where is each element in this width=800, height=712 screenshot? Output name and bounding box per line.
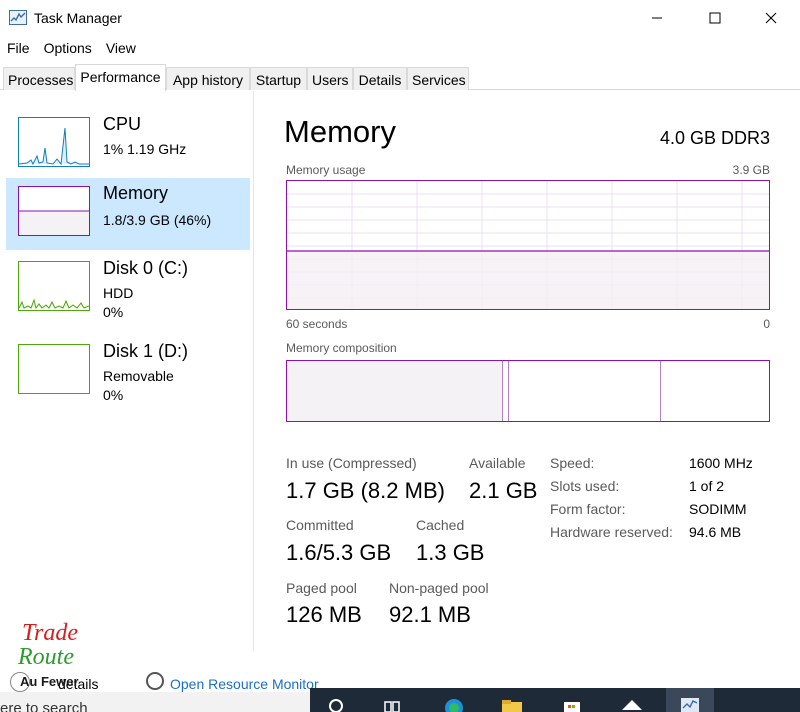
memory-label: Memory bbox=[103, 183, 169, 203]
task-manager-taskbar-icon[interactable] bbox=[666, 688, 714, 712]
memory-usage-label: Memory usage bbox=[286, 163, 366, 177]
disk0-label: Disk 0 (C:) bbox=[103, 258, 188, 278]
paged-pool-value: 126 MB bbox=[286, 602, 362, 627]
speed-label: Speed: bbox=[550, 455, 595, 471]
memory-usage-max: 3.9 GB bbox=[732, 163, 770, 177]
tab-bar: Processes Performance App history Startu… bbox=[0, 64, 800, 91]
logo-line-2: Route bbox=[18, 644, 74, 670]
time-axis-start: 60 seconds bbox=[286, 317, 348, 331]
nonpaged-pool-label: Non-paged pool bbox=[389, 580, 489, 596]
disk0-thumbnail-graph bbox=[18, 261, 90, 311]
cpu-usage-text: 1% 1.19 GHz bbox=[103, 141, 187, 157]
logo-line-1: Trade bbox=[22, 620, 79, 646]
disk1-label: Disk 1 (D:) bbox=[103, 341, 188, 361]
window-title: Task Manager bbox=[34, 10, 122, 26]
cached-label: Cached bbox=[416, 517, 465, 533]
logo-line-3: Au Fewer bbox=[20, 674, 79, 689]
taskbar-search-text: ere to search bbox=[0, 700, 88, 712]
resource-list: CPU 1% 1.19 GHz Memory 1.8/3.9 GB (46%) … bbox=[0, 91, 254, 651]
disk1-thumbnail-graph bbox=[18, 344, 90, 394]
taskbar bbox=[310, 688, 800, 712]
tab-app-history[interactable]: App history bbox=[166, 67, 250, 90]
resource-item-cpu[interactable]: CPU 1% 1.19 GHz bbox=[6, 109, 250, 181]
in-use-label: In use (Compressed) bbox=[286, 455, 417, 471]
cpu-label: CPU bbox=[103, 114, 142, 134]
time-axis-end: 0 bbox=[763, 317, 770, 331]
memory-spec: 4.0 GB DDR3 bbox=[659, 128, 770, 148]
open-resource-monitor-link[interactable]: Open Resource Monitor bbox=[170, 676, 319, 692]
available-label: Available bbox=[469, 455, 526, 471]
in-use-value: 1.7 GB (8.2 MB) bbox=[286, 478, 445, 503]
task-view-icon[interactable] bbox=[382, 696, 406, 712]
memory-usage-plot bbox=[287, 181, 769, 309]
taskbar-search-box[interactable]: ere to search bbox=[0, 692, 310, 712]
resource-item-memory[interactable]: Memory 1.8/3.9 GB (46%) bbox=[6, 178, 250, 250]
store-icon[interactable] bbox=[560, 696, 584, 712]
nonpaged-pool-value: 92.1 MB bbox=[389, 602, 471, 627]
search-icon[interactable] bbox=[326, 696, 350, 712]
hardware-reserved-label: Hardware reserved: bbox=[550, 524, 673, 540]
tab-performance[interactable]: Performance bbox=[75, 64, 166, 91]
speed-value: 1600 MHz bbox=[689, 455, 753, 471]
available-value: 2.1 GB bbox=[469, 478, 538, 503]
disk1-type: Removable bbox=[103, 368, 174, 384]
memory-usage-graph bbox=[286, 180, 770, 310]
resource-item-disk1[interactable]: Disk 1 (D:) Removable 0% bbox=[6, 336, 250, 408]
disk1-usage: 0% bbox=[103, 387, 124, 403]
mail-icon[interactable] bbox=[620, 696, 644, 712]
disk0-type: HDD bbox=[103, 285, 134, 301]
minimize-button[interactable] bbox=[628, 0, 686, 36]
composition-free[interactable] bbox=[661, 361, 769, 421]
task-manager-icon bbox=[9, 10, 27, 25]
edge-browser-icon[interactable] bbox=[442, 696, 466, 712]
close-button[interactable] bbox=[742, 0, 800, 36]
menu-bar: File Options View bbox=[0, 38, 143, 60]
form-factor-value: SODIMM bbox=[689, 501, 747, 517]
composition-standby[interactable] bbox=[509, 361, 661, 421]
committed-label: Committed bbox=[286, 517, 354, 533]
resource-item-disk0[interactable]: Disk 0 (C:) HDD 0% bbox=[6, 253, 250, 325]
cpu-thumbnail-graph bbox=[18, 117, 90, 167]
slots-value: 1 of 2 bbox=[689, 478, 725, 494]
tab-startup[interactable]: Startup bbox=[250, 67, 307, 90]
menu-options[interactable]: Options bbox=[37, 38, 99, 60]
menu-file[interactable]: File bbox=[0, 38, 37, 60]
committed-value: 1.6/5.3 GB bbox=[286, 540, 392, 565]
memory-usage-text: 1.8/3.9 GB (46%) bbox=[103, 212, 212, 228]
memory-composition-bar bbox=[286, 360, 770, 422]
slots-label: Slots used: bbox=[550, 478, 620, 494]
memory-thumbnail-graph bbox=[18, 186, 90, 236]
file-explorer-icon[interactable] bbox=[500, 696, 524, 712]
menu-view[interactable]: View bbox=[99, 38, 143, 60]
paged-pool-label: Paged pool bbox=[286, 580, 357, 596]
form-factor-label: Form factor: bbox=[550, 501, 626, 517]
tab-processes[interactable]: Processes bbox=[3, 67, 75, 90]
tab-users[interactable]: Users bbox=[307, 67, 353, 90]
composition-in-use[interactable] bbox=[287, 361, 503, 421]
title-bar: Task Manager bbox=[0, 0, 800, 36]
memory-usage-fill bbox=[287, 251, 769, 309]
hardware-reserved-value: 94.6 MB bbox=[689, 524, 742, 540]
tab-services[interactable]: Services bbox=[407, 67, 469, 90]
watermark-logo: Trade Route Au Fewer bbox=[18, 620, 98, 692]
maximize-button[interactable] bbox=[686, 0, 744, 36]
disk0-usage: 0% bbox=[103, 304, 124, 320]
tab-details[interactable]: Details bbox=[353, 67, 407, 90]
page-title: Memory bbox=[284, 114, 396, 149]
memory-composition-label: Memory composition bbox=[286, 341, 397, 355]
resource-monitor-icon[interactable] bbox=[146, 672, 164, 690]
cached-value: 1.3 GB bbox=[416, 540, 485, 565]
